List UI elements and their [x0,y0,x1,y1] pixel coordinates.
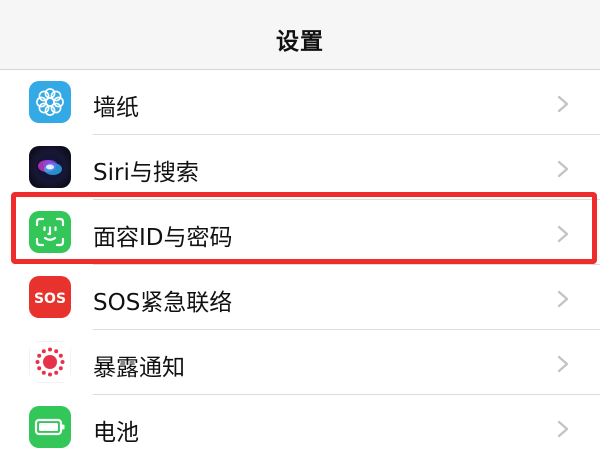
settings-row-label: 面容ID与密码 [93,225,233,251]
sos-icon-text: SOS [34,291,66,307]
sos-icon: SOS [29,276,71,318]
exposure-notification-icon [29,341,71,383]
settings-row-label: 暴露通知 [93,355,185,381]
row-divider [93,394,600,395]
chevron-right-icon [557,290,569,308]
settings-screen: 设置 墙纸 Siri与搜索 面容ID与密码 SOS SOS紧急联络 暴露通知 电… [0,0,600,465]
chevron-right-icon [557,225,569,243]
settings-row-emergency-sos[interactable]: SOS SOS紧急联络 [0,266,600,330]
battery-icon [29,406,71,448]
page-title: 设置 [276,29,324,55]
chevron-right-icon [557,160,569,178]
settings-row-battery[interactable]: 电池 [0,396,600,460]
settings-row-label: 墙纸 [93,95,139,121]
settings-row-exposure-notifications[interactable]: 暴露通知 [0,331,600,395]
row-divider [93,264,600,265]
settings-row-siri[interactable]: Siri与搜索 [0,136,600,200]
settings-row-face-id-passcode[interactable]: 面容ID与密码 [0,201,600,265]
chevron-right-icon [557,355,569,373]
settings-row-label: 电池 [93,420,139,446]
row-divider [93,134,600,135]
wallpaper-icon [29,81,71,123]
face-id-icon [29,211,71,253]
row-divider [93,199,600,200]
chevron-right-icon [557,420,569,438]
chevron-right-icon [557,95,569,113]
siri-icon [29,146,71,188]
navigation-bar: 设置 [0,0,600,70]
settings-row-label: SOS紧急联络 [93,290,233,316]
settings-row-wallpaper[interactable]: 墙纸 [0,71,600,135]
settings-row-label: Siri与搜索 [93,160,199,186]
row-divider [93,329,600,330]
